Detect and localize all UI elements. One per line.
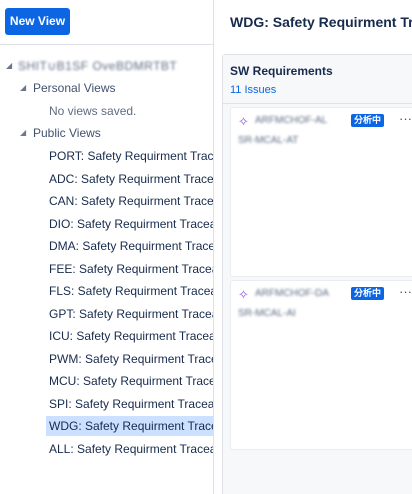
- public-view-item[interactable]: ALL: Safety Requirment Traceabilit: [46, 439, 213, 459]
- public-view-item[interactable]: WDG: Safety Requirment Traceabi: [46, 416, 213, 436]
- public-view-item[interactable]: CAN: Safety Requirment Traceabili: [46, 191, 213, 211]
- issue-summary: SR-MCAL-AI: [238, 308, 296, 319]
- public-view-item[interactable]: ICU: Safety Requirment Traceability: [46, 326, 213, 346]
- story-icon: ✧: [238, 287, 249, 302]
- public-view-item[interactable]: DMA: Safety Requirment Traceabilit: [46, 236, 213, 256]
- public-view-item[interactable]: DIO: Safety Requirment Traceability: [46, 214, 213, 234]
- public-views-label: Public Views: [33, 126, 101, 140]
- issue-summary: SR-MCAL-AT: [238, 135, 299, 146]
- personal-views-node[interactable]: ◢ Personal Views: [0, 78, 213, 98]
- empty-state: No views saved.: [0, 101, 213, 121]
- public-view-item[interactable]: ADC: Safety Requirment Traceabili: [46, 169, 213, 189]
- no-views-text: No views saved.: [49, 104, 137, 118]
- column-title: SW Requirements: [230, 64, 333, 78]
- public-view-item[interactable]: SPI: Safety Requirment Traceability: [46, 394, 213, 414]
- board-title: WDG: Safety Requirment Traceabi: [230, 14, 412, 30]
- project-node[interactable]: ◢ SHIT∪B1SF OveBDMRTBT: [0, 56, 213, 76]
- story-icon: ✧: [238, 114, 249, 129]
- issue-count-link[interactable]: 11 Issues: [230, 84, 276, 96]
- project-name: SHIT∪B1SF OveBDMRTBT: [18, 59, 178, 73]
- collapse-icon[interactable]: ◢: [20, 123, 26, 143]
- public-view-item[interactable]: FLS: Safety Requirment Traceabilit: [46, 281, 213, 301]
- status-badge: 分析中: [351, 114, 385, 127]
- status-badge: 分析中: [351, 287, 385, 300]
- new-view-button[interactable]: New View: [5, 8, 70, 35]
- views-sidebar: New View ◢ SHIT∪B1SF OveBDMRTBT ◢ Person…: [0, 0, 213, 494]
- column-header: SW Requirements 11 Issues: [223, 55, 412, 104]
- issue-card[interactable]: ✧ ARFMCHOF-AL 分析中 ··· SR-MCAL-AT: [230, 107, 412, 277]
- sw-requirements-column: SW Requirements 11 Issues ✧ ARFMCHOF-AL …: [222, 54, 412, 494]
- public-view-item[interactable]: PORT: Safety Requirment Traceabi: [46, 146, 213, 166]
- issue-card[interactable]: ✧ ARFMCHOF-DA 分析中 ··· SR-MCAL-AI: [230, 280, 412, 450]
- public-view-item[interactable]: GPT: Safety Requirment Traceabilit: [46, 304, 213, 324]
- public-view-item[interactable]: MCU: Safety Requirment Traceabili: [46, 371, 213, 391]
- divider: [0, 44, 213, 45]
- more-options-icon[interactable]: ···: [399, 111, 412, 126]
- personal-views-label: Personal Views: [33, 81, 116, 95]
- public-view-item[interactable]: PWM: Safety Requirment Traceabil: [46, 349, 213, 369]
- issue-key[interactable]: ARFMCHOF-AL: [255, 115, 327, 126]
- public-view-item[interactable]: FEE: Safety Requirment Traceabilit: [46, 259, 213, 279]
- issue-key[interactable]: ARFMCHOF-DA: [255, 288, 329, 299]
- collapse-icon[interactable]: ◢: [20, 78, 26, 98]
- collapse-icon[interactable]: ◢: [6, 56, 12, 76]
- more-options-icon[interactable]: ···: [399, 284, 412, 299]
- board-panel: WDG: Safety Requirment Traceabi SW Requi…: [214, 0, 412, 494]
- public-views-node[interactable]: ◢ Public Views: [0, 123, 213, 143]
